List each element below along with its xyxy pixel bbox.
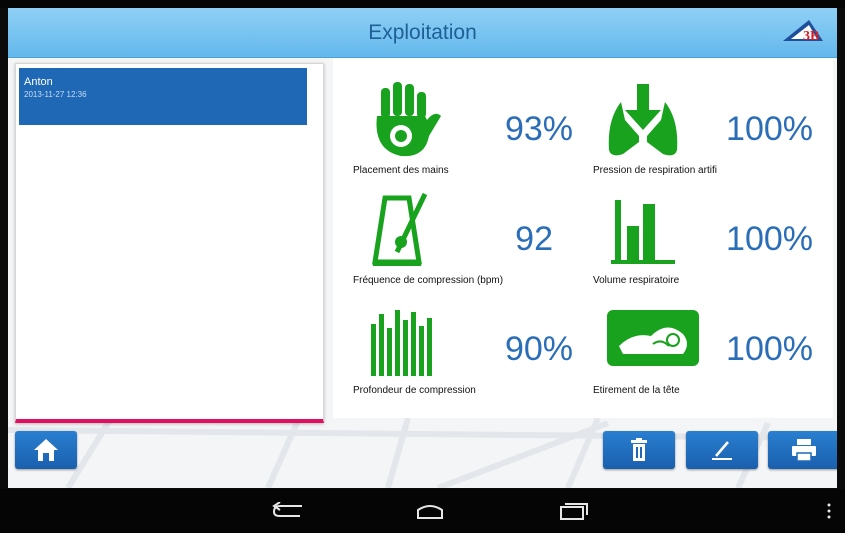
metric-label: Placement des mains xyxy=(353,165,449,176)
recents-icon[interactable] xyxy=(555,502,591,520)
edit-button[interactable] xyxy=(686,431,758,469)
metric-value: 100% xyxy=(726,110,813,148)
3b-logo: 3B xyxy=(783,20,823,44)
metric-compression-depth: 90% Profondeur de compression xyxy=(343,288,583,398)
metric-label: Profondeur de compression xyxy=(353,385,476,396)
head-tilt-icon xyxy=(607,310,699,366)
metric-head-tilt: 100% Etirement de la tête xyxy=(583,288,823,398)
system-navigation-bar xyxy=(0,489,845,533)
metric-value: 100% xyxy=(726,330,813,368)
title-bar: Exploitation 3B xyxy=(8,8,837,58)
metric-label: Etirement de la tête xyxy=(593,385,680,396)
lungs-icon xyxy=(608,84,678,156)
home-button[interactable] xyxy=(15,431,77,469)
back-icon[interactable] xyxy=(270,502,306,520)
session-list: Anton 2013-11-27 12:36 xyxy=(15,63,324,423)
page-title: Exploitation xyxy=(368,20,477,44)
home-icon xyxy=(34,439,58,461)
metric-value: 100% xyxy=(726,220,813,258)
metric-label: Volume respiratoire xyxy=(593,275,680,286)
metric-hand-placement: 93% Placement des mains xyxy=(343,68,583,178)
session-list-item[interactable]: Anton 2013-11-27 12:36 xyxy=(19,68,307,125)
pencil-icon xyxy=(712,441,732,460)
session-name: Anton xyxy=(24,76,53,88)
main-area: Anton 2013-11-27 12:36 93% Placement des… xyxy=(8,58,837,488)
volume-bars-icon xyxy=(611,200,675,264)
session-date: 2013-11-27 12:36 xyxy=(24,90,87,99)
metric-ventilation-pressure: 100% Pression de respiration artifi xyxy=(583,68,823,178)
metric-value: 90% xyxy=(504,330,573,368)
logo-text: 3B xyxy=(803,29,819,44)
metric-compression-rate: 92 Fréquence de compression (bpm) xyxy=(343,178,583,288)
trash-icon xyxy=(631,438,647,461)
results-panel: 93% Placement des mains 100% Pression de… xyxy=(333,58,833,418)
metric-label: Fréquence de compression (bpm) xyxy=(353,275,504,286)
printer-icon xyxy=(792,439,816,462)
metronome-icon xyxy=(372,192,428,266)
hand-icon xyxy=(376,82,441,157)
metric-label: Pression de respiration artifi xyxy=(593,165,717,176)
print-button[interactable] xyxy=(768,431,837,469)
overflow-menu-icon[interactable] xyxy=(826,502,832,520)
metric-value: 93% xyxy=(504,110,573,148)
metric-value: 92 xyxy=(515,220,553,258)
metric-respiratory-volume: 100% Volume respiratoire xyxy=(583,178,823,288)
depth-bars-icon xyxy=(371,310,432,376)
delete-button[interactable] xyxy=(603,431,675,469)
status-bar xyxy=(0,0,845,8)
home-nav-icon[interactable] xyxy=(412,502,448,520)
